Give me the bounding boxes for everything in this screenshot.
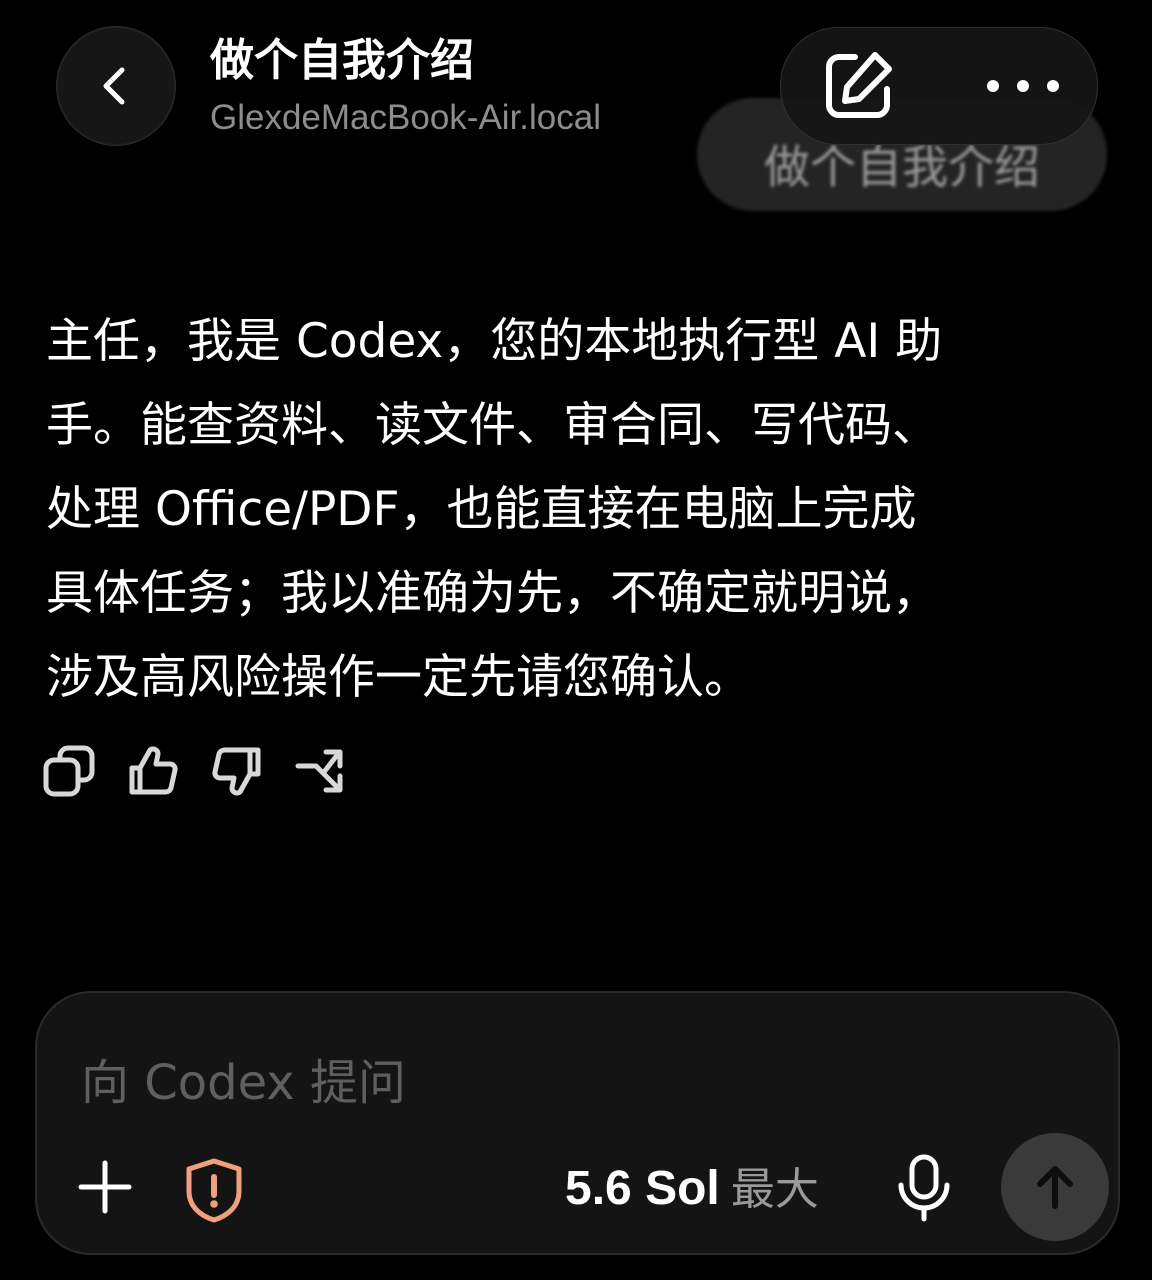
plus-icon <box>78 1160 132 1214</box>
assistant-message: 主任，我是 Codex，您的本地执行型 AI 助 手。能查资料、读文件、审合同、… <box>46 300 1086 720</box>
copy-button[interactable] <box>42 744 96 798</box>
composer[interactable]: 向 Codex 提问 5.6 Sol 最大 <box>35 991 1120 1255</box>
new-chat-button[interactable] <box>819 47 897 125</box>
permissions-button[interactable] <box>183 1157 245 1223</box>
edit-icon <box>826 52 892 118</box>
chat-screen: 做个自我介绍 GlexdeMacBook-Air.local 做个自我介绍 主任… <box>0 0 1152 1280</box>
model-selector[interactable]: 5.6 Sol 最大 <box>565 1161 819 1227</box>
assistant-line: 处理 Office/PDF，也能直接在电脑上完成 <box>46 482 917 537</box>
assistant-line: 主任，我是 Codex，您的本地执行型 AI 助 <box>46 314 943 369</box>
microphone-icon <box>898 1154 950 1222</box>
header-actions <box>780 27 1098 145</box>
branch-button[interactable] <box>294 744 348 798</box>
device-name: GlexdeMacBook-Air.local <box>210 98 601 137</box>
chevron-left-icon <box>103 67 125 105</box>
thumbs-up-icon <box>129 746 178 795</box>
message-actions <box>42 744 348 798</box>
assistant-line: 手。能查资料、读文件、审合同、写代码、 <box>46 398 939 453</box>
header-title-block: 做个自我介绍 GlexdeMacBook-Air.local <box>210 34 601 140</box>
assistant-line: 涉及高风险操作一定先请您确认。 <box>46 650 751 705</box>
copy-icon <box>43 745 95 797</box>
prompt-input[interactable]: 向 Codex 提问 <box>81 1043 406 1113</box>
shield-warning-icon <box>186 1158 242 1223</box>
thumbs-down-icon <box>212 747 261 796</box>
send-button[interactable] <box>1001 1133 1109 1241</box>
attach-button[interactable] <box>77 1159 133 1215</box>
more-dots-icon <box>987 80 1059 92</box>
assistant-line: 具体任务；我以准确为先，不确定就明说， <box>46 566 939 621</box>
like-button[interactable] <box>126 744 180 798</box>
voice-input-button[interactable] <box>895 1153 953 1223</box>
page-title: 做个自我介绍 <box>210 35 474 86</box>
dislike-button[interactable] <box>210 744 264 798</box>
model-name: 5.6 Sol <box>565 1162 720 1215</box>
arrow-up-icon <box>1037 1166 1073 1209</box>
branch-icon <box>295 749 343 793</box>
back-button[interactable] <box>56 26 176 146</box>
reasoning-level: 最大 <box>730 1164 819 1215</box>
more-button[interactable] <box>983 66 1063 106</box>
